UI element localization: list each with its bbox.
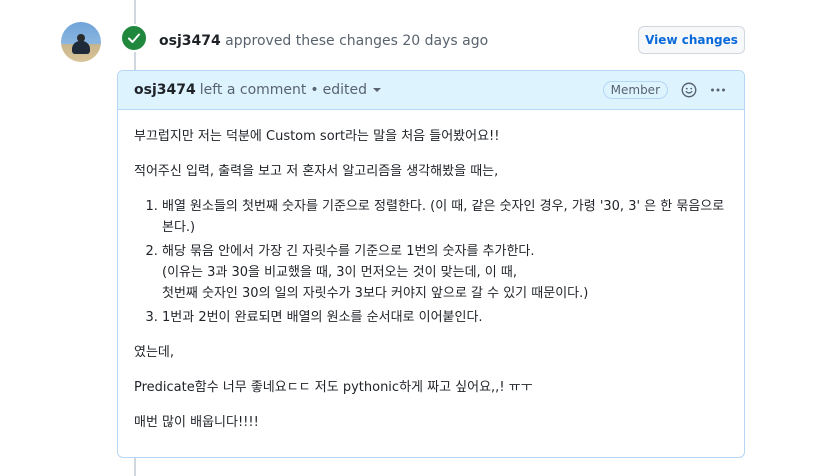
list-item-line: 본다.): [162, 220, 196, 235]
check-icon: [128, 33, 140, 43]
review-time[interactable]: 20 days ago: [402, 33, 488, 49]
view-changes-button[interactable]: View changes: [638, 26, 745, 54]
comment-paragraph: 였는데,: [134, 345, 175, 360]
review-summary: osj3474 approved these changes 20 days a…: [159, 32, 488, 50]
add-reaction-button[interactable]: [680, 81, 698, 99]
edited-dropdown[interactable]: edited: [322, 82, 382, 98]
algorithm-list: 배열 원소들의 첫번째 숫자를 기준으로 정렬한다. (이 때, 같은 숫자인 …: [162, 196, 728, 328]
review-action: approved these changes: [225, 33, 398, 49]
avatar-figure-body: [72, 41, 90, 54]
edited-label: edited: [322, 82, 368, 98]
comment-paragraph: 매번 많이 배웁니다!!!!: [134, 415, 259, 430]
comment-header: osj3474 left a comment • edited Member: [118, 71, 744, 110]
comment-meta: left a comment: [199, 82, 307, 98]
member-badge: Member: [602, 81, 668, 99]
list-item-line: 해당 묶음 안에서 가장 긴 자릿수를 기준으로 1번의 숫자를 추가한다.: [162, 244, 535, 259]
review-comment: osj3474 left a comment • edited Member 부…: [117, 70, 745, 458]
list-item-line: 배열 원소들의 첫번째 숫자를 기준으로 정렬한다. (이 때, 같은 숫자인 …: [162, 199, 725, 214]
list-item: 배열 원소들의 첫번째 숫자를 기준으로 정렬한다. (이 때, 같은 숫자인 …: [162, 196, 728, 238]
list-item: 1번과 2번이 완료되면 배열의 원소를 순서대로 이어붙인다.: [162, 307, 728, 328]
comment-paragraph: 적어주신 입력, 출력을 보고 저 혼자서 알고리즘을 생각해봤을 때는,: [134, 164, 499, 179]
comment-separator: •: [310, 82, 319, 98]
comment-body: 부끄럽지만 저는 덕분에 Custom sort라는 말을 처음 들어봤어요!!…: [118, 110, 744, 433]
smiley-icon: [681, 82, 697, 98]
approved-check-icon: [120, 24, 148, 52]
kebab-horizontal-icon: [711, 88, 725, 92]
comment-paragraph: Predicate함수 너무 좋네요ㄷㄷ 저도 pythonic하게 짜고 싶어…: [134, 380, 533, 395]
avatar[interactable]: [61, 22, 101, 62]
more-options-button[interactable]: [708, 81, 728, 99]
review-author-link[interactable]: osj3474: [159, 33, 221, 49]
list-item: 해당 묶음 안에서 가장 긴 자릿수를 기준으로 1번의 숫자를 추가한다. (…: [162, 241, 728, 304]
list-item-line: (이유는 3과 30을 비교했을 때, 3이 먼저오는 것이 맞는데, 이 때,: [162, 265, 517, 280]
triangle-down-icon: [373, 88, 382, 92]
list-item-line: 1번과 2번이 완료되면 배열의 원소를 순서대로 이어붙인다.: [162, 310, 483, 325]
list-item-line: 첫번째 숫자인 30의 일의 자릿수가 3보다 커야지 앞으로 갈 수 있기 때…: [162, 286, 589, 301]
comment-author-link[interactable]: osj3474: [134, 82, 196, 98]
comment-paragraph: 부끄럽지만 저는 덕분에 Custom sort라는 말을 처음 들어봤어요!!: [134, 129, 500, 144]
